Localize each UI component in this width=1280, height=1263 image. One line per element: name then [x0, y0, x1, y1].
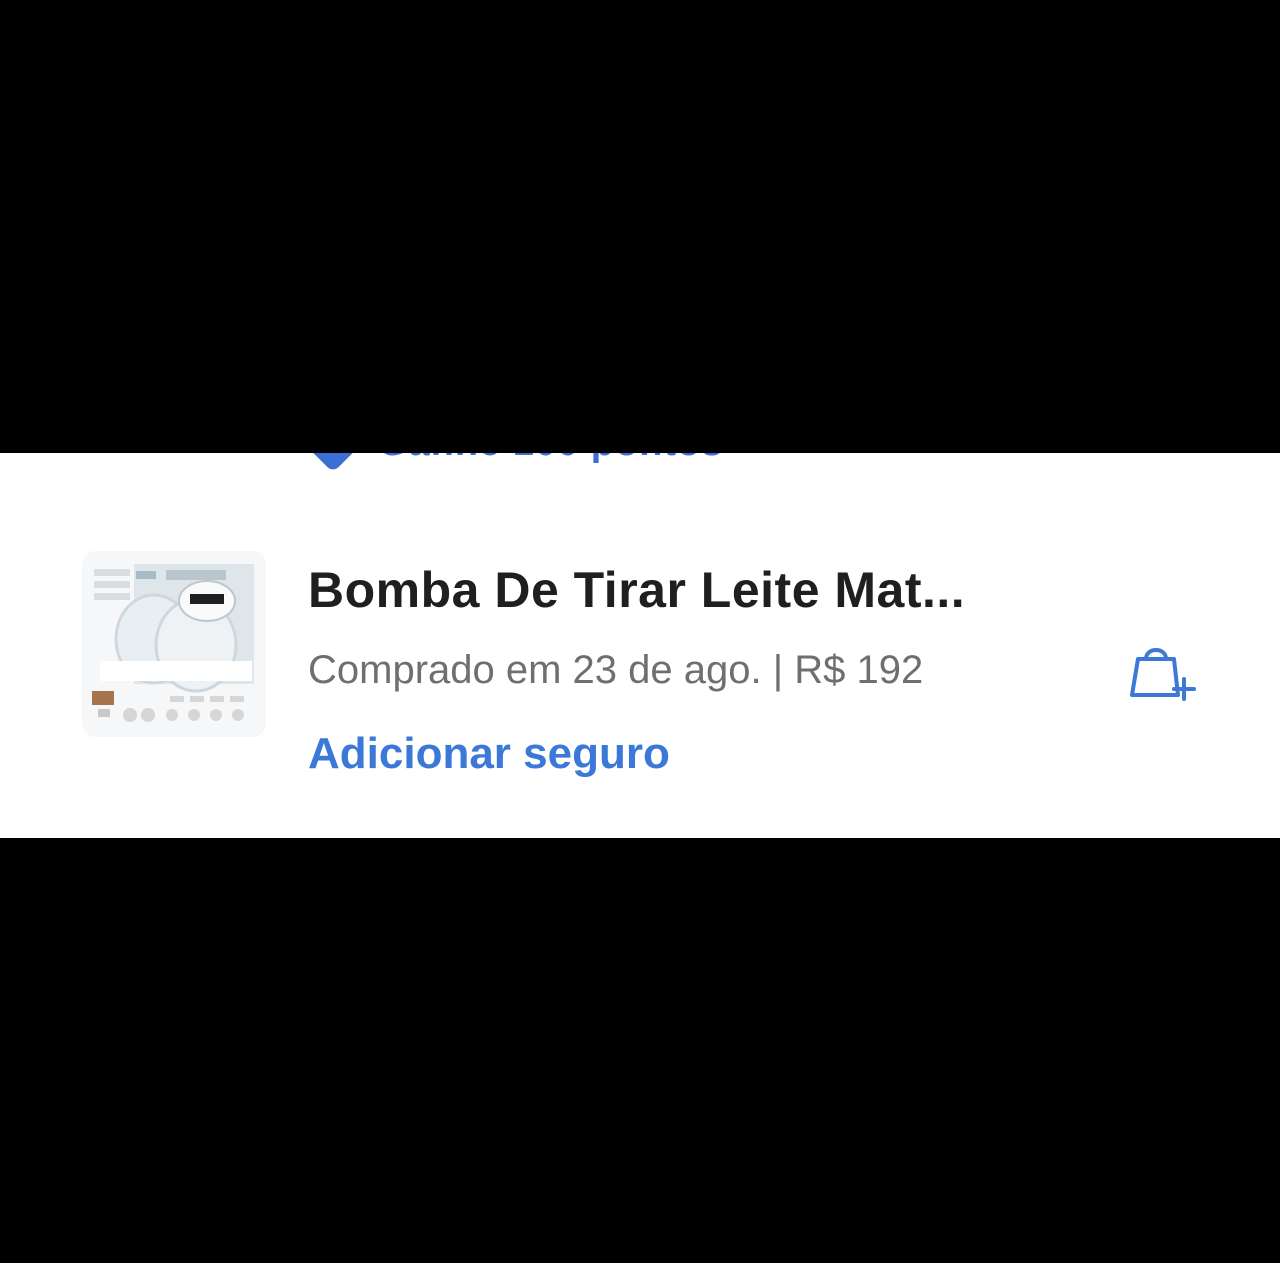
black-bottom-area [0, 838, 1280, 1263]
product-title[interactable]: Bomba De Tirar Leite Mat... [308, 561, 965, 619]
add-insurance-link[interactable]: Adicionar seguro [308, 729, 670, 779]
purchase-meta: Comprado em 23 de ago. | R$ 192 [308, 648, 924, 692]
product-thumbnail[interactable] [82, 551, 266, 737]
black-top-area [0, 0, 1280, 453]
breast-pump-product-image [82, 551, 266, 737]
points-text: Ganhe 100 pontos [378, 453, 723, 465]
screen: Ganhe 100 pontos [0, 0, 1280, 1263]
shield-icon [303, 453, 363, 473]
points-row: Ganhe 100 pontos [303, 453, 723, 473]
bag-add-button[interactable] [1128, 635, 1198, 705]
bag-add-icon [1130, 648, 1196, 701]
purchase-item-card: Ganhe 100 pontos [0, 453, 1280, 838]
